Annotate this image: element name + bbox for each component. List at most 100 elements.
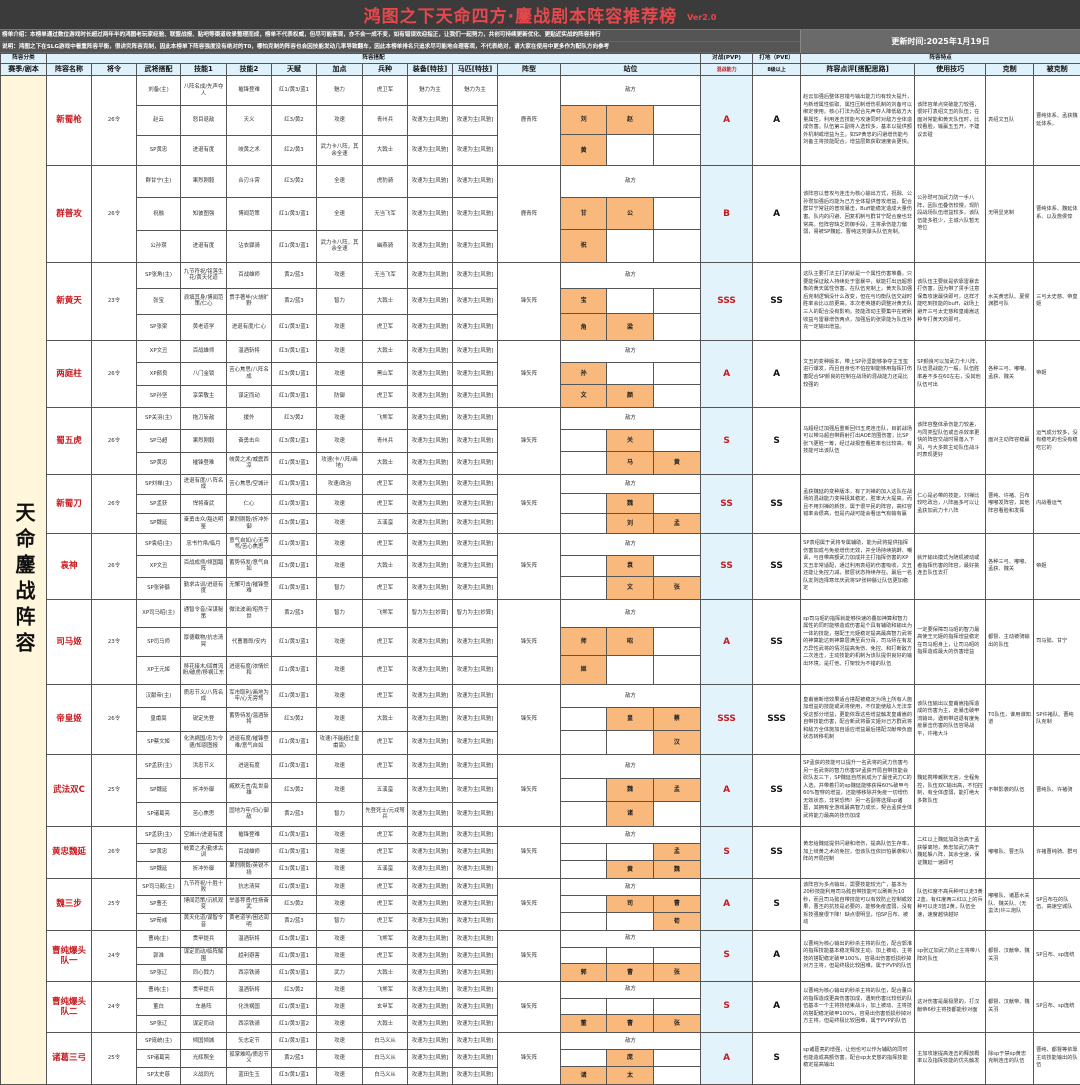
general-points: 攻速: [317, 878, 363, 895]
position-slot: [607, 230, 653, 262]
position-slot: [561, 708, 607, 731]
general-troop: 飞熊军: [363, 930, 408, 947]
counters: 各种三弓、嘟嘟、孟获、魏关: [986, 340, 1034, 407]
position-layout: 敌方孟黄魏: [561, 827, 700, 878]
general-name: SP司马师: [137, 628, 181, 656]
usage-tips: 该阵容整体承伤能力较差，与同类型队伍或击杀效率更快的阵容交战时易落入下风，与大多…: [915, 407, 986, 474]
general-troop: 虎卫军: [363, 826, 408, 843]
lineup-description: 该阵容为多点输出，需要技能较光广，基本为20秒技能利用司马懿自带技能可以刷新为1…: [801, 878, 915, 930]
position-slot: 太: [607, 1067, 653, 1084]
lineup-description: 黄忠给魏延提供闪避和增伤，提高队伍生存率，加上岐黄之术的免控，但该队伍依旧怕暴袭…: [801, 826, 915, 878]
general-skill1: 贯甲提兵: [181, 981, 227, 998]
general-skill2: 百战雄师: [227, 844, 272, 861]
position-slot: [561, 514, 607, 533]
general-points: 攻速: [317, 1050, 363, 1067]
pve-rating: S: [753, 407, 801, 474]
general-horse: 攻速为主[风驰]: [453, 1015, 498, 1032]
general-points: 攻速: [317, 533, 363, 555]
general-skill2: 孤掌难鸣/质忠节义: [227, 1050, 272, 1067]
pve-rating: SSS: [753, 684, 801, 754]
general-name: XP司马昭(主): [137, 599, 181, 627]
formation: 鹿青阵: [498, 166, 561, 263]
general-skill1: 知彼图强: [181, 198, 227, 230]
general-horse: 攻速为主[风驰]: [453, 166, 498, 198]
general-equip: 攻速为主[风驰]: [408, 577, 453, 599]
formation: 锋矢阵: [498, 826, 561, 878]
general-skill1: 空城计/进退有度: [181, 826, 227, 843]
countered-by: 帝姬: [1034, 340, 1080, 407]
general-name: SP庞统(主): [137, 1032, 181, 1049]
general-skill1: 洪忠节义: [181, 754, 227, 778]
col-formation: 阵型: [498, 64, 561, 76]
general-skill2: 百战雄师: [227, 262, 272, 288]
general-skill2: 进退有度: [227, 754, 272, 778]
general-horse: 攻速为主[风驰]: [453, 340, 498, 362]
enemy-label: 敌方: [561, 931, 700, 948]
general-points: 攻速/政治: [317, 474, 363, 494]
header-banner: 鸿图之下天命四方·鏖战剧本阵容推荐榜 Ver2.0 榜单介绍：本榜单通过数位游戏…: [0, 0, 1080, 53]
general-horse: 攻速为主[风驰]: [453, 363, 498, 385]
pve-rating: SS: [753, 599, 801, 684]
general-equip: 攻速为主[风驰]: [408, 514, 453, 534]
general-talent: 红1/黄3/蓝1: [272, 754, 317, 778]
position-grid: 敌方关马黄: [561, 407, 701, 474]
enemy-label: 敌方: [561, 534, 700, 556]
general-talent: 红1/黄3/蓝1: [272, 1032, 317, 1049]
general-points: 攻速: [317, 844, 363, 861]
general-points: 攻速: [317, 363, 363, 385]
general-talent: 红1/黄3/蓝1: [272, 998, 317, 1015]
general-skill2: 仁心: [227, 494, 272, 514]
lineup-description: 皇甫嵩新增效果适合搭配被稳定为场上所有人施加增益的技能或武将使用，不仅能使敌人无…: [801, 684, 915, 754]
general-name: XP颜良: [137, 363, 181, 385]
general-skill2: 温酒斩将: [227, 340, 272, 362]
general-name: 汉献帝(主): [137, 684, 181, 707]
general-skill1: 岐黄之术/勤求古训: [181, 844, 227, 861]
countered-by: SP许褚队、曹纯队克制: [1034, 684, 1080, 754]
position-slot: [561, 577, 607, 599]
pve-rating: S: [753, 1032, 801, 1084]
general-horse: 攻速为主[风驰]: [453, 136, 498, 166]
general-name: SP诸葛亮: [137, 1050, 181, 1067]
pve-rating: A: [753, 340, 801, 407]
general-troop: 虎卫军: [363, 474, 408, 494]
general-troop: 大戟士: [363, 964, 408, 981]
position-slot: 庞: [607, 1050, 653, 1067]
position-slot: 宝: [561, 289, 607, 315]
position-slot: 张: [654, 964, 700, 981]
general-troop: 白马义从: [363, 1050, 408, 1067]
position-slot: [561, 731, 607, 754]
general-troop: 大戟士: [363, 555, 408, 577]
general-talent: 红3/黄2: [272, 407, 317, 429]
position-slot: 诸: [607, 802, 653, 826]
position-layout: 敌方司曹荀: [561, 879, 700, 930]
position-slot: [654, 289, 700, 315]
position-slot: [561, 494, 607, 513]
lineup-cost: 25令: [92, 754, 137, 826]
general-horse: 攻速为主[风驰]: [453, 656, 498, 684]
position-slot: [654, 314, 700, 340]
general-horse: 攻速为主[风驰]: [453, 981, 498, 998]
general-skill1: 怒目退敌: [181, 106, 227, 136]
general-skill1: 百战雄师: [181, 340, 227, 362]
usage-tips: 就开输出模式为随机被动或者指挥伤害的阵容，最好挑连击队伍去打: [915, 533, 986, 599]
general-skill1: 质忠节义/八阵名成: [181, 684, 227, 707]
position-slot: 公: [607, 198, 653, 230]
position-slot: [654, 135, 700, 165]
general-points: 攻速: [317, 514, 363, 534]
position-slot: [654, 948, 700, 965]
general-skill2: 微法波澜/昭然于世: [227, 599, 272, 627]
position-slot: [561, 556, 607, 578]
general-name: 曹纯(主): [137, 930, 181, 947]
general-skill1: 黄老道学: [181, 314, 227, 340]
general-name: SP魏延: [137, 778, 181, 802]
general-points: 攻速: [317, 262, 363, 288]
general-row: 黄忠魏延26令SP孟获(主)空城计/进退有度摧锋登难红1/黄3/蓝1攻速虎卫军攻…: [1, 826, 1080, 843]
lineup-name: 帝皇姬: [47, 684, 92, 754]
general-row: 司马姬23令XP司马昭(主)通智令音/深谋秘策微法波澜/昭然于世黄2/蓝3智力飞…: [1, 599, 1080, 627]
countered-by: 曹纯队、许褚骑: [1034, 754, 1080, 826]
general-horse: 攻速为主[风驰]: [453, 861, 498, 878]
header-lineup: 阵容搭配: [47, 54, 701, 64]
general-talent: 黄2/蓝3: [272, 262, 317, 288]
lineup-description: 马超经过加强后重新回归五虎连击队，目前战场可以带马超自带羁射打出AOE范围伤害，…: [801, 407, 915, 474]
general-name: 祝融: [137, 198, 181, 230]
